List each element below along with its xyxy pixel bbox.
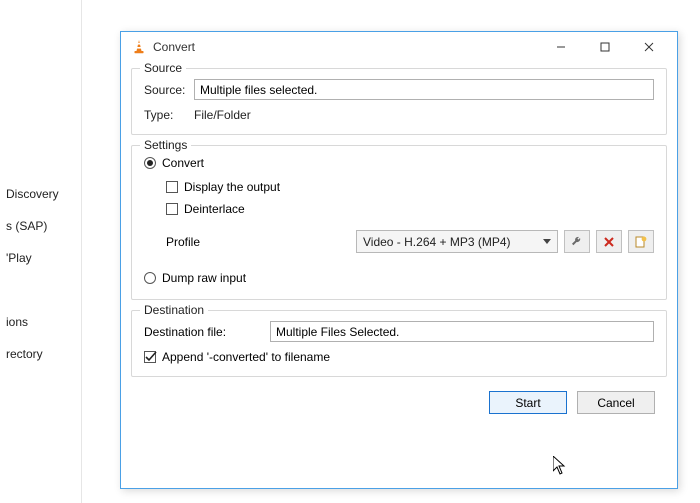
destination-legend: Destination [140, 303, 208, 317]
profile-value: Video - H.264 + MP3 (MP4) [363, 235, 511, 249]
destination-file-input[interactable] [270, 321, 654, 342]
checkbox-checked-icon [144, 351, 156, 363]
checkbox-unchecked-icon [166, 203, 178, 215]
new-file-icon [634, 235, 648, 249]
append-converted-label: Append '-converted' to filename [162, 350, 330, 364]
edit-profile-button[interactable] [564, 230, 590, 253]
convert-radio-label: Convert [162, 156, 204, 170]
sidebar-item[interactable]: ions [0, 306, 81, 338]
cancel-button[interactable]: Cancel [577, 391, 655, 414]
profile-combobox[interactable]: Video - H.264 + MP3 (MP4) [356, 230, 558, 253]
append-converted-checkbox[interactable]: Append '-converted' to filename [144, 350, 654, 364]
window-maximize-button[interactable] [583, 33, 627, 61]
settings-group: Settings Convert Display the output Dein… [131, 145, 667, 300]
radio-selected-icon [144, 157, 156, 169]
vlc-cone-icon [131, 39, 147, 55]
dump-raw-label: Dump raw input [162, 271, 246, 285]
destination-group: Destination Destination file: Append '-c… [131, 310, 667, 377]
background-sidebar: Discovery s (SAP) 'Play ions rectory [0, 0, 82, 503]
window-close-button[interactable] [627, 33, 671, 61]
titlebar: Convert [121, 32, 677, 62]
sidebar-item [0, 274, 81, 306]
chevron-down-icon [541, 235, 553, 247]
source-group: Source Source: Type: File/Folder [131, 68, 667, 135]
destination-file-label: Destination file: [144, 325, 254, 339]
sidebar-item[interactable]: rectory [0, 338, 81, 370]
wrench-icon [570, 235, 584, 249]
checkbox-unchecked-icon [166, 181, 178, 193]
delete-profile-button[interactable] [596, 230, 622, 253]
new-profile-button[interactable] [628, 230, 654, 253]
display-output-checkbox[interactable]: Display the output [166, 180, 654, 194]
dump-raw-radio[interactable]: Dump raw input [144, 271, 654, 285]
type-label: Type: [144, 108, 194, 122]
deinterlace-checkbox[interactable]: Deinterlace [166, 202, 654, 216]
type-value: File/Folder [194, 108, 251, 122]
convert-radio[interactable]: Convert [144, 156, 654, 170]
start-button[interactable]: Start [489, 391, 567, 414]
radio-unselected-icon [144, 272, 156, 284]
source-input[interactable] [194, 79, 654, 100]
x-icon [603, 236, 615, 248]
display-output-label: Display the output [184, 180, 280, 194]
sidebar-item[interactable]: Discovery [0, 178, 81, 210]
profile-label: Profile [166, 235, 230, 249]
sidebar-item[interactable]: s (SAP) [0, 210, 81, 242]
convert-dialog: Convert Source Source: Type: File/Folder… [120, 31, 678, 489]
window-minimize-button[interactable] [539, 33, 583, 61]
sidebar-item[interactable]: 'Play [0, 242, 81, 274]
settings-legend: Settings [140, 138, 191, 152]
source-label: Source: [144, 83, 194, 97]
deinterlace-label: Deinterlace [184, 202, 245, 216]
source-legend: Source [140, 61, 186, 75]
dialog-title: Convert [153, 40, 539, 54]
